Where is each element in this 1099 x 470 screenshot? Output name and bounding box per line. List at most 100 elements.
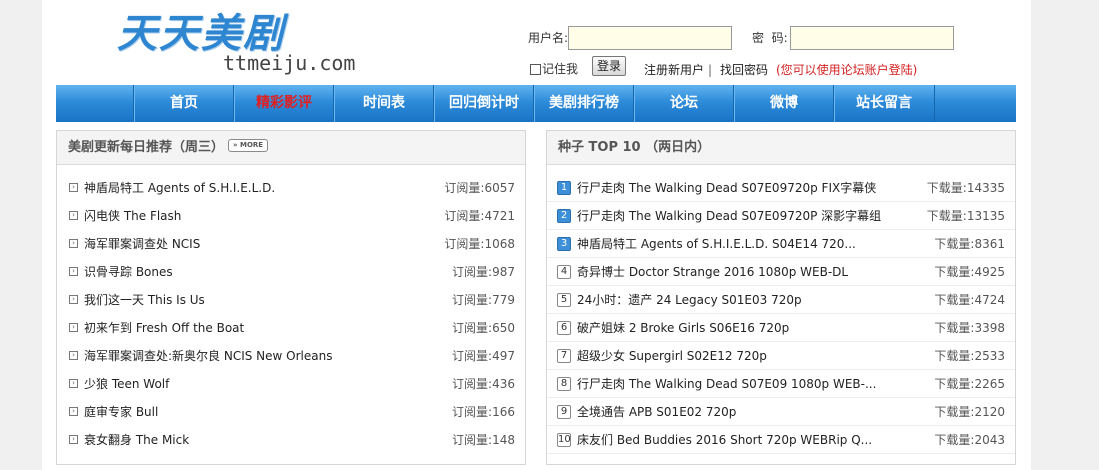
nav-item-forum[interactable]: 论坛 [633, 85, 734, 122]
list-item: 1 行尸走肉 The Walking Dead S07E09720p FIX字幕侠… [547, 174, 1015, 202]
link-separator: | [708, 63, 713, 77]
arrow-box-icon: › [69, 267, 78, 276]
password-input[interactable] [790, 26, 954, 50]
arrow-box-icon: › [69, 435, 78, 444]
nav-item-countdown[interactable]: 回归倒计时 [433, 85, 534, 122]
torrent-link[interactable]: 24小时：遗产 24 Legacy S01E03 720p [577, 286, 802, 314]
list-item: › 初来乍到 Fresh Off the Boat 订阅量:650 [57, 314, 525, 342]
subscription-count: 订阅量:148 [452, 433, 515, 447]
arrow-box-icon: › [69, 407, 78, 416]
rank-badge: 8 [557, 377, 571, 391]
rank-badge: 6 [557, 321, 571, 335]
torrent-link[interactable]: 奇异博士 Doctor Strange 2016 1080p WEB-DL [577, 258, 848, 286]
show-link[interactable]: 初来乍到 Fresh Off the Boat [84, 314, 244, 342]
daily-recommend-panel: 美剧更新每日推荐（周三）» MORE › 神盾局特工 Agents of S.H.… [56, 130, 526, 465]
password-label: 密 码: [752, 31, 788, 45]
remember-checkbox[interactable] [530, 64, 541, 75]
daily-panel-title: 美剧更新每日推荐（周三） [68, 140, 225, 155]
download-count: 下载量:3398 [934, 321, 1005, 335]
rank-badge: 4 [557, 265, 571, 279]
torrent-link[interactable]: 行尸走肉 The Walking Dead S07E09 1080p WEB-.… [577, 370, 876, 398]
arrow-box-icon: › [69, 351, 78, 360]
username-label: 用户名: [528, 31, 569, 45]
list-item: 6 破产姐妹 2 Broke Girls S06E16 720p 下载量:3398 [547, 314, 1015, 342]
arrow-box-icon: › [69, 295, 78, 304]
list-item: › 识骨寻踪 Bones 订阅量:987 [57, 258, 525, 286]
show-link[interactable]: 我们这一天 This Is Us [84, 286, 205, 314]
list-item: › 海军罪案调查处:新奥尔良 NCIS New Orleans 订阅量:497 [57, 342, 525, 370]
download-count: 下载量:2533 [934, 349, 1005, 363]
top10-list: 1 行尸走肉 The Walking Dead S07E09720p FIX字幕侠… [547, 174, 1015, 454]
download-count: 下载量:2265 [934, 377, 1005, 391]
subscription-count: 订阅量:6057 [444, 181, 515, 195]
login-form: 用户名: 密 码: 记住我 登录 注册新用户 | 找回密码 (您可以使用论坛账户… [528, 25, 998, 85]
nav-item-home[interactable]: 首页 [133, 85, 234, 122]
site-logo[interactable]: 天天美剧 ttmeiju.com [117, 10, 377, 75]
show-link[interactable]: 海军罪案调查处:新奥尔良 NCIS New Orleans [84, 342, 332, 370]
list-item: › 神盾局特工 Agents of S.H.I.E.L.D. 订阅量:6057 [57, 174, 525, 202]
daily-list: › 神盾局特工 Agents of S.H.I.E.L.D. 订阅量:6057 › 闪… [57, 174, 525, 454]
list-item: 7 超级少女 Supergirl S02E12 720p 下载量:2533 [547, 342, 1015, 370]
top10-panel-title: 种子 TOP 10 （两日内） [558, 140, 711, 155]
login-button[interactable]: 登录 [592, 56, 626, 76]
show-link[interactable]: 海军罪案调查处 NCIS [84, 230, 200, 258]
register-link[interactable]: 注册新用户 [644, 62, 704, 78]
more-button[interactable]: » MORE [228, 139, 269, 152]
download-count: 下载量:4925 [934, 265, 1005, 279]
subscription-count: 订阅量:166 [452, 405, 515, 419]
torrent-link[interactable]: 超级少女 Supergirl S02E12 720p [577, 342, 767, 370]
arrow-box-icon: › [69, 183, 78, 192]
nav-item-ranking[interactable]: 美剧排行榜 [533, 85, 634, 122]
nav-item-schedule[interactable]: 时间表 [333, 85, 434, 122]
download-count: 下载量:2043 [934, 433, 1005, 447]
arrow-box-icon: › [69, 239, 78, 248]
subscription-count: 订阅量:497 [452, 349, 515, 363]
more-label: MORE [239, 141, 264, 149]
torrent-link[interactable]: 行尸走肉 The Walking Dead S07E09720P 深影字幕组 [577, 202, 881, 230]
show-link[interactable]: 庭审专家 Bull [84, 398, 158, 426]
list-item: 9 全境通告 APB S01E02 720p 下载量:2120 [547, 398, 1015, 426]
nav-item-reviews[interactable]: 精彩影评 [233, 85, 334, 122]
main-nav: 首页 精彩影评 时间表 回归倒计时 美剧排行榜 论坛 微博 站长留言 [56, 85, 1016, 122]
list-item: 5 24小时：遗产 24 Legacy S01E03 720p 下载量:4724 [547, 286, 1015, 314]
download-count: 下载量:4724 [934, 293, 1005, 307]
rank-badge: 3 [557, 237, 571, 251]
torrent-link[interactable]: 神盾局特工 Agents of S.H.I.E.L.D. S04E14 720.… [577, 230, 856, 258]
list-item: › 庭审专家 Bull 订阅量:166 [57, 398, 525, 426]
list-item: 4 奇异博士 Doctor Strange 2016 1080p WEB-DL 下载… [547, 258, 1015, 286]
show-link[interactable]: 闪电侠 The Flash [84, 202, 181, 230]
list-item: › 少狼 Teen Wolf 订阅量:436 [57, 370, 525, 398]
nav-item-weibo[interactable]: 微博 [733, 85, 834, 122]
download-count: 下载量:2120 [934, 405, 1005, 419]
download-count: 下载量:8361 [934, 237, 1005, 251]
forgot-password-link[interactable]: 找回密码 [720, 62, 768, 78]
username-input[interactable] [568, 26, 732, 50]
torrent-link[interactable]: 全境通告 APB S01E02 720p [577, 398, 736, 426]
list-item: 10 床友们 Bed Buddies 2016 Short 720p WEBRip… [547, 426, 1015, 454]
logo-domain-text: ttmeiju.com [223, 51, 356, 75]
show-link[interactable]: 识骨寻踪 Bones [84, 258, 173, 286]
remember-me[interactable]: 记住我 [530, 60, 578, 78]
list-item: › 闪电侠 The Flash 订阅量:4721 [57, 202, 525, 230]
torrent-link[interactable]: 床友们 Bed Buddies 2016 Short 720p WEBRip Q… [577, 426, 872, 454]
rank-badge: 2 [557, 209, 571, 223]
remember-label: 记住我 [542, 62, 579, 76]
subscription-count: 订阅量:779 [452, 293, 515, 307]
torrent-link[interactable]: 破产姐妹 2 Broke Girls S06E16 720p [577, 314, 789, 342]
rank-badge: 1 [557, 181, 571, 195]
rank-badge: 5 [557, 293, 571, 307]
nav-item-guestbook[interactable]: 站长留言 [833, 85, 935, 122]
torrent-link[interactable]: 行尸走肉 The Walking Dead S07E09720p FIX字幕侠 [577, 174, 876, 202]
rank-badge: 10 [557, 433, 571, 447]
rank-badge: 7 [557, 349, 571, 363]
show-link[interactable]: 少狼 Teen Wolf [84, 370, 169, 398]
download-count: 下载量:14335 [926, 181, 1005, 195]
arrow-box-icon: › [69, 379, 78, 388]
arrow-box-icon: › [69, 211, 78, 220]
seed-top10-panel: 种子 TOP 10 （两日内） 1 行尸走肉 The Walking Dead S… [546, 130, 1016, 465]
show-link[interactable]: 衰女翻身 The Mick [84, 426, 189, 454]
download-count: 下载量:13135 [926, 209, 1005, 223]
arrow-box-icon: › [69, 323, 78, 332]
subscription-count: 订阅量:650 [452, 321, 515, 335]
show-link[interactable]: 神盾局特工 Agents of S.H.I.E.L.D. [84, 174, 275, 202]
